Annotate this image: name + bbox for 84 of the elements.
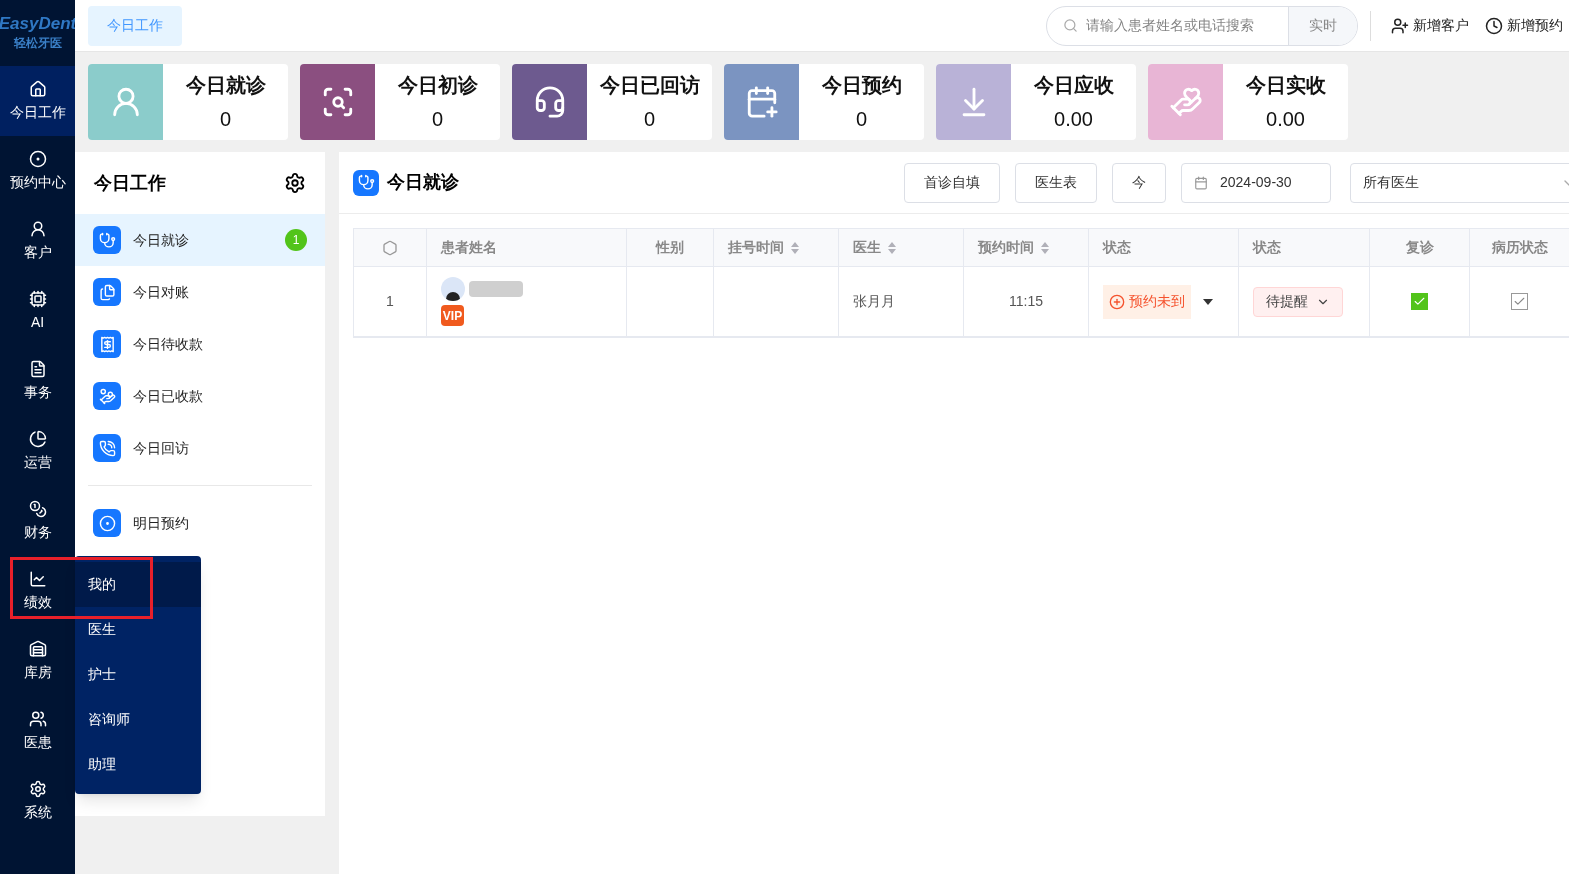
reminder-text: 待提醒 [1266, 292, 1308, 311]
stethoscope-icon [93, 226, 121, 254]
search-icon [1063, 18, 1078, 33]
stat-value: 0 [431, 107, 444, 132]
pie-chart-icon [28, 429, 47, 448]
date-field[interactable]: 2024-09-30 [1181, 162, 1331, 203]
stat-value: 0 [855, 107, 868, 132]
add-user-icon [1391, 16, 1409, 35]
popup-menu-item[interactable]: 医生 [75, 607, 201, 652]
nav-item[interactable]: 财务 [0, 486, 75, 556]
top-action-link[interactable]: 新增客户 [1391, 15, 1469, 36]
checkbox[interactable] [1511, 293, 1528, 310]
receipt-icon [93, 330, 121, 358]
avatar-icon [441, 277, 465, 301]
row-number: 1 [354, 267, 427, 336]
settings-icon [28, 779, 47, 798]
popup-menu-item[interactable]: 助理 [75, 742, 201, 787]
count-badge: 1 [285, 229, 307, 251]
nav-item[interactable]: 绩效 [0, 556, 75, 626]
logo-subtitle: 轻松牙医 [13, 35, 62, 52]
sort-icon[interactable] [790, 240, 800, 255]
column-settings-icon[interactable] [382, 239, 398, 256]
panel-menu-item[interactable]: 今日就诊 1 [75, 214, 325, 266]
person-icon [28, 219, 47, 238]
table-cell: 11:15 [964, 267, 1089, 336]
chip-icon [28, 289, 47, 308]
select-value: 所有医生 [1363, 173, 1420, 192]
document-icon [28, 359, 47, 378]
nav-item[interactable]: 运营 [0, 416, 75, 486]
panel-title: 今日工作 [94, 171, 166, 195]
people-icon [28, 709, 47, 728]
doctor-select[interactable]: 所有医生 [1350, 162, 1569, 203]
stat-value: 0 [219, 107, 232, 132]
toolbar-button[interactable]: 今 [1112, 162, 1166, 203]
logo-title: EasyDent [0, 14, 77, 34]
nav-item[interactable]: 库房 [0, 626, 75, 696]
nav-item[interactable]: 今日工作 [0, 66, 75, 136]
stat-value: 0.00 [1054, 107, 1093, 132]
stat-value: 0 [643, 107, 656, 132]
reminder-select[interactable]: 待提醒 [1253, 286, 1343, 317]
circle-icon [28, 149, 47, 168]
coins-icon [28, 499, 47, 518]
sort-icon[interactable] [1040, 240, 1050, 255]
stat-label: 今日已回访 [599, 73, 700, 98]
stat-label: 今日实收 [1245, 73, 1326, 98]
home-icon [28, 79, 47, 98]
nav-item[interactable]: AI [0, 276, 75, 346]
status-text: 预约未到 [1129, 292, 1185, 311]
files-icon [93, 278, 121, 306]
stat-label: 今日就诊 [185, 73, 266, 98]
clock-icon [1485, 16, 1503, 35]
stat-label: 今日预约 [821, 73, 902, 98]
table-cell: 张月月 [839, 267, 964, 336]
top-action-link[interactable]: 新增预约 [1485, 15, 1563, 36]
nav-item[interactable]: 医患 [0, 696, 75, 766]
line-chart-icon [28, 569, 47, 588]
hand-coins-icon [93, 382, 121, 410]
sort-icon[interactable] [887, 240, 897, 255]
nav-item[interactable]: 系统 [0, 766, 75, 836]
section-title: 今日就诊 [387, 171, 459, 194]
check-icon [1513, 295, 1526, 308]
nav-item[interactable]: 客户 [0, 206, 75, 276]
settings-icon[interactable] [284, 172, 306, 194]
popup-menu-item[interactable]: 护士 [75, 652, 201, 697]
nav-item[interactable]: 预约中心 [0, 136, 75, 206]
stethoscope-icon [353, 169, 379, 196]
check-icon [1413, 295, 1426, 308]
checkbox[interactable] [1411, 293, 1428, 310]
calendar-icon [1194, 175, 1208, 190]
toolbar-button[interactable]: 首诊自填 [904, 162, 1000, 203]
blurred-name [469, 281, 523, 297]
stat-value: 0.00 [1266, 107, 1305, 132]
caret-icon[interactable] [1203, 298, 1213, 305]
stat-label: 今日应收 [1033, 73, 1114, 98]
date-value: 2024-09-30 [1220, 173, 1292, 192]
popup-menu-item[interactable]: 我的 [75, 562, 201, 607]
toolbar-button[interactable]: 医生表 [1015, 162, 1097, 203]
warehouse-icon [28, 639, 47, 658]
popup-menu-item[interactable]: 咨询师 [75, 697, 201, 742]
hand-heart-icon [1168, 85, 1203, 119]
phone-icon [93, 434, 121, 462]
stat-label: 今日初诊 [397, 73, 478, 98]
nav-item[interactable]: 事务 [0, 346, 75, 416]
vip-tag: VIP [441, 305, 464, 326]
